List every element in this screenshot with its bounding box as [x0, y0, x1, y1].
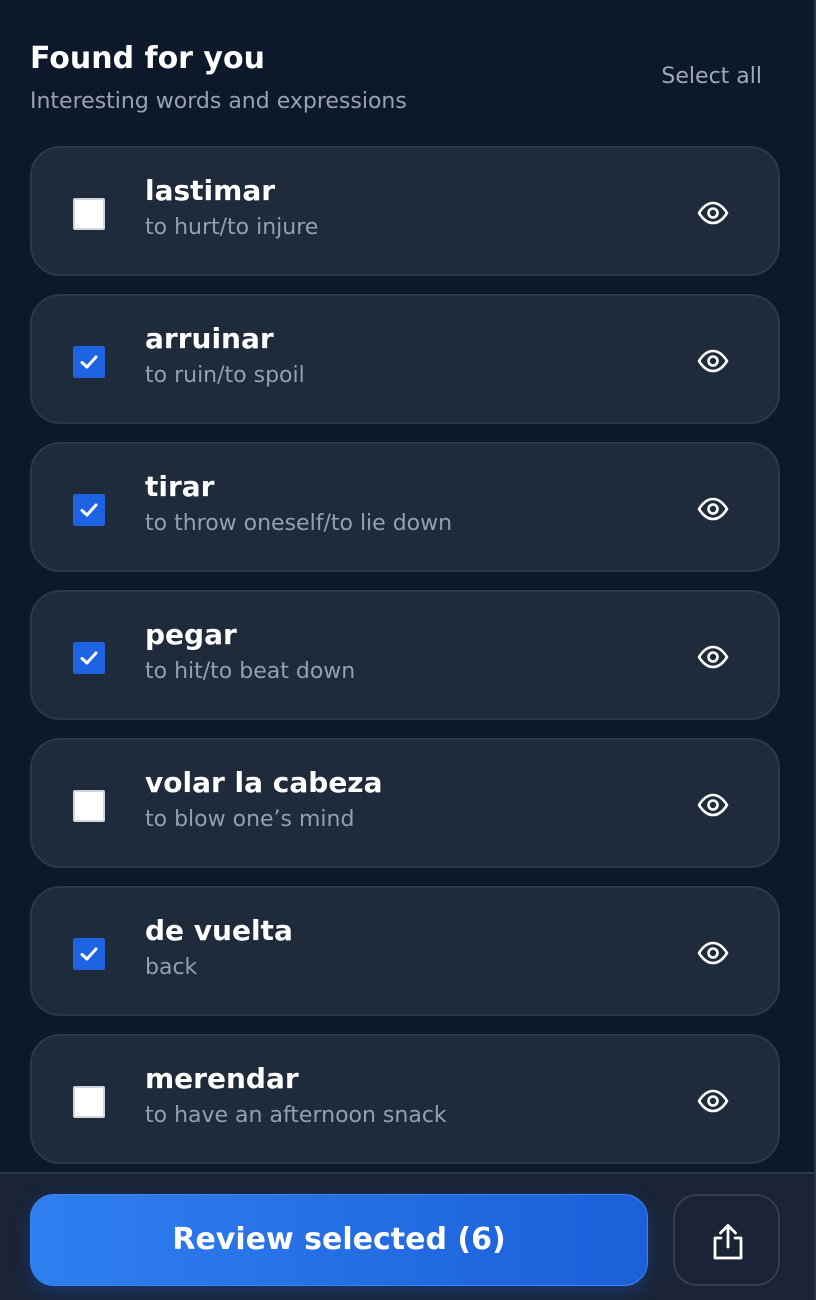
review-selected-button[interactable]: Review selected (6) — [30, 1194, 648, 1286]
list-item[interactable]: volar la cabeza to blow one’s mind — [30, 738, 780, 868]
list-item[interactable]: tirar to throw oneself/to lie down — [30, 442, 780, 572]
list-item[interactable]: de vuelta back — [30, 886, 780, 1016]
item-word: volar la cabeza — [145, 766, 383, 799]
item-translation: to blow one’s mind — [145, 807, 355, 832]
item-checkbox[interactable] — [73, 1086, 105, 1118]
item-translation: to ruin/to spoil — [145, 363, 305, 388]
checkmark-icon — [80, 503, 98, 517]
eye-icon[interactable] — [696, 1084, 730, 1118]
share-icon — [713, 1224, 743, 1260]
checkmark-icon — [80, 947, 98, 961]
eye-icon[interactable] — [696, 640, 730, 674]
item-word: pegar — [145, 618, 237, 651]
item-word: lastimar — [145, 174, 276, 207]
list-item[interactable]: lastimar to hurt/to injure — [30, 146, 780, 276]
header: Found for you Interesting words and expr… — [30, 40, 774, 116]
list-item[interactable]: arruinar to ruin/to spoil — [30, 294, 780, 424]
item-checkbox[interactable] — [73, 494, 105, 526]
eye-icon[interactable] — [696, 936, 730, 970]
page-subtitle: Interesting words and expressions — [30, 89, 407, 114]
share-button[interactable] — [673, 1194, 780, 1286]
item-translation: to hurt/to injure — [145, 215, 319, 240]
eye-icon[interactable] — [696, 788, 730, 822]
item-checkbox[interactable] — [73, 642, 105, 674]
item-translation: back — [145, 955, 198, 980]
item-checkbox[interactable] — [73, 938, 105, 970]
eye-icon[interactable] — [696, 492, 730, 526]
list-item[interactable]: pegar to hit/to beat down — [30, 590, 780, 720]
item-word: merendar — [145, 1062, 299, 1095]
footer-bar: Review selected (6) — [0, 1172, 814, 1300]
list-item[interactable]: merendar to have an afternoon snack — [30, 1034, 780, 1164]
item-translation: to throw oneself/to lie down — [145, 511, 453, 536]
found-for-you-panel: Found for you Interesting words and expr… — [0, 0, 816, 1300]
checkmark-icon — [80, 355, 98, 369]
checkmark-icon — [80, 651, 98, 665]
eye-icon[interactable] — [696, 196, 730, 230]
word-list: lastimar to hurt/to injure arruinar to r… — [30, 146, 780, 1182]
eye-icon[interactable] — [696, 344, 730, 378]
item-translation: to have an afternoon snack — [145, 1103, 447, 1128]
item-checkbox[interactable] — [73, 790, 105, 822]
item-checkbox[interactable] — [73, 346, 105, 378]
item-translation: to hit/to beat down — [145, 659, 356, 684]
item-word: arruinar — [145, 322, 274, 355]
item-word: de vuelta — [145, 914, 293, 947]
item-checkbox[interactable] — [73, 198, 105, 230]
item-word: tirar — [145, 470, 215, 503]
select-all-button[interactable]: Select all — [661, 64, 762, 89]
